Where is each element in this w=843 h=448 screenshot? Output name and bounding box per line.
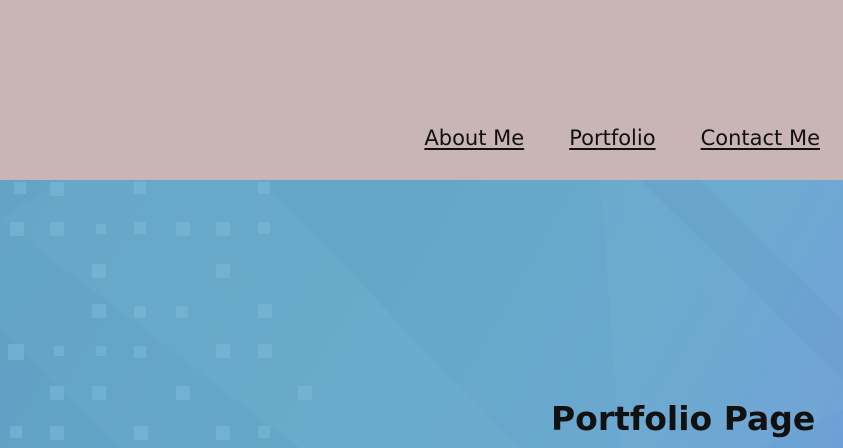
page: About Me Portfolio Contact Me Portfolio … — [0, 0, 843, 448]
nav-link-portfolio[interactable]: Portfolio — [569, 126, 655, 150]
nav-link-contact-me[interactable]: Contact Me — [701, 126, 820, 150]
site-header: About Me Portfolio Contact Me — [0, 0, 843, 180]
main-nav: About Me Portfolio Contact Me — [424, 126, 820, 150]
nav-link-about-me[interactable]: About Me — [424, 126, 524, 150]
page-title: Portfolio Page — [551, 399, 816, 438]
hero-banner: Portfolio Page — [0, 180, 843, 448]
